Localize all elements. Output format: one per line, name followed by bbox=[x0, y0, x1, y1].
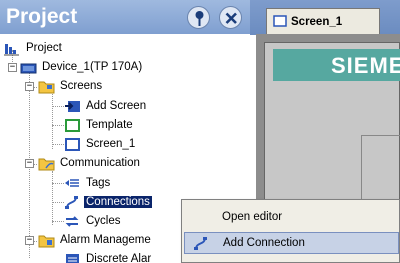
menu-item-label: Open editor bbox=[222, 211, 283, 223]
add-screen-icon bbox=[64, 99, 81, 114]
tab-screen-1[interactable]: Screen_1 bbox=[266, 8, 380, 34]
brand-logo-text: SIEME bbox=[331, 53, 400, 78]
folder-icon bbox=[38, 79, 55, 94]
menu-item-add-connection[interactable]: Add Connection bbox=[184, 232, 399, 254]
tree-label: Communication bbox=[60, 157, 140, 169]
tree-label: Add Screen bbox=[86, 100, 147, 112]
expander-communication[interactable]: − bbox=[25, 159, 34, 168]
connection-icon bbox=[193, 235, 210, 255]
tab-label: Screen_1 bbox=[291, 15, 343, 28]
screen-icon bbox=[64, 137, 81, 152]
menu-item-open-editor[interactable]: Open editor bbox=[184, 206, 399, 228]
tree-item-screens[interactable]: Screens bbox=[38, 77, 104, 95]
brand-bar: SIEME bbox=[273, 49, 400, 81]
tree-item-connections[interactable]: Connections bbox=[64, 193, 152, 211]
tree-item-template[interactable]: Template bbox=[64, 116, 135, 134]
tree-item-project[interactable]: Project bbox=[4, 39, 64, 57]
menu-item-label: Add Connection bbox=[223, 237, 305, 249]
tree-item-tags[interactable]: Tags bbox=[64, 174, 112, 192]
cycles-icon bbox=[64, 214, 81, 229]
tree-item-add-screen[interactable]: Add Screen bbox=[64, 97, 148, 115]
tags-icon bbox=[64, 176, 81, 191]
tree-label: Alarm Manageme bbox=[60, 234, 151, 246]
tree-label: Screen_1 bbox=[86, 138, 136, 150]
expander-device[interactable]: − bbox=[8, 63, 17, 72]
folder-icon bbox=[38, 233, 55, 248]
expander-screens[interactable]: − bbox=[25, 82, 34, 91]
close-icon bbox=[225, 12, 237, 24]
close-button[interactable] bbox=[219, 6, 242, 29]
tree-label: Template bbox=[86, 119, 133, 131]
tree-label: Device_1(TP 170A) bbox=[42, 61, 143, 73]
connection-icon bbox=[64, 195, 81, 210]
tree-item-screen-1[interactable]: Screen_1 bbox=[64, 135, 137, 153]
project-icon bbox=[4, 41, 21, 56]
device-icon bbox=[20, 60, 37, 75]
tree-item-alarm-management[interactable]: Alarm Manageme bbox=[38, 231, 153, 249]
folder-icon bbox=[38, 156, 55, 171]
pin-button[interactable] bbox=[187, 6, 210, 29]
panel-title: Project bbox=[6, 5, 78, 28]
tree-label: Connections bbox=[84, 196, 152, 208]
panel-header: Project bbox=[0, 0, 250, 34]
screen-icon bbox=[273, 14, 288, 29]
context-menu: Open editor Add Connection bbox=[181, 199, 400, 263]
pin-icon bbox=[195, 11, 204, 26]
tree-label: Discrete Alar bbox=[86, 253, 152, 263]
tree-item-discrete-alarms[interactable]: Discrete Alar bbox=[64, 250, 153, 263]
tree-item-cycles[interactable]: Cycles bbox=[64, 212, 123, 230]
expander-alarm-management[interactable]: − bbox=[25, 236, 34, 245]
tree-item-device[interactable]: Device_1(TP 170A) bbox=[20, 58, 144, 76]
tree-label: Project bbox=[26, 42, 62, 54]
tree-label: Tags bbox=[86, 177, 111, 189]
tree-label: Screens bbox=[60, 80, 103, 92]
tree-label: Cycles bbox=[86, 215, 121, 227]
discrete-alarms-icon bbox=[64, 252, 81, 263]
tree-item-communication[interactable]: Communication bbox=[38, 154, 142, 172]
template-icon bbox=[64, 118, 81, 133]
